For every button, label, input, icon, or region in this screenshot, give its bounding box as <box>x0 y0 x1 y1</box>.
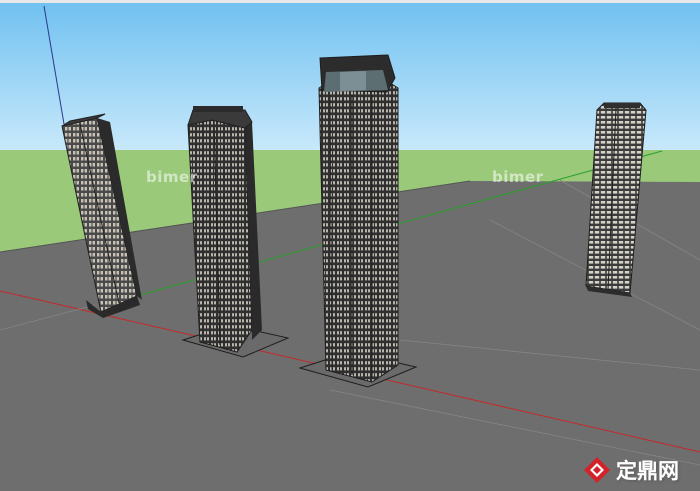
brand-name: 定鼎网 <box>616 459 679 483</box>
watermark: bimer <box>146 168 198 186</box>
watermark-text: bimer <box>146 168 198 186</box>
watermark-text: bimer <box>492 168 544 186</box>
viewport-top-border <box>0 0 700 3</box>
scene-canvas[interactable] <box>0 0 700 491</box>
diamond-logo-icon <box>584 457 610 483</box>
3d-viewport[interactable]: bimer bimer 定鼎网 <box>0 0 700 491</box>
brand-badge: 定鼎网 <box>582 455 679 485</box>
watermark: bimer <box>492 168 544 186</box>
